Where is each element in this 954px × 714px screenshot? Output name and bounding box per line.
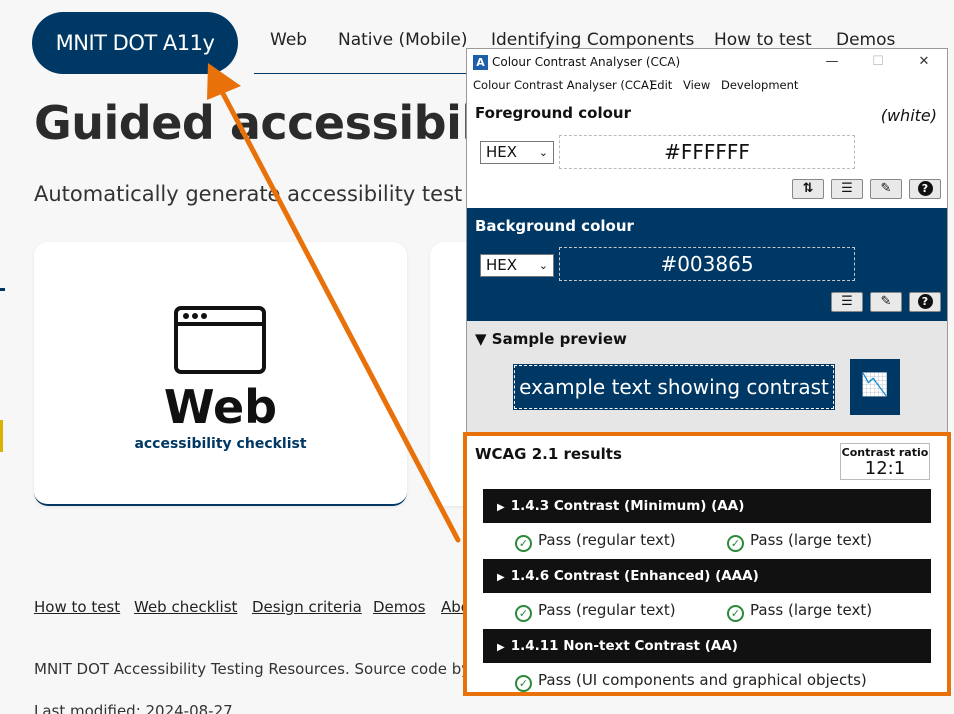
contrast-ratio-value: 12:1 — [864, 458, 906, 479]
foreground-heading: Foreground colour — [475, 104, 631, 122]
nav-web[interactable]: Web — [270, 30, 307, 50]
sample-preview-toggle[interactable]: ▼ Sample preview — [475, 330, 627, 348]
card-subtitle: accessibility checklist — [134, 436, 307, 452]
menu-view[interactable]: View — [683, 78, 710, 92]
triangle-right-icon: ▶ — [497, 642, 505, 653]
web-checklist-card[interactable]: Web accessibility checklist — [34, 242, 407, 506]
help-icon[interactable]: ? — [909, 292, 941, 312]
criterion-1-4-6[interactable]: ▶ 1.4.6 Contrast (Enhanced) (AAA) — [483, 559, 931, 593]
page-subtitle: Automatically generate accessibility tes… — [34, 182, 463, 206]
pass-non-text: ✓ Pass (UI components and graphical objec… — [515, 671, 867, 692]
sliders-icon[interactable]: ☰ — [831, 292, 863, 312]
menu-app[interactable]: Colour Contrast Analyser (CCA) — [473, 78, 653, 92]
check-circle-icon: ✓ — [727, 535, 744, 552]
criterion-1-4-11[interactable]: ▶ 1.4.11 Non-text Contrast (AA) — [483, 629, 931, 663]
footer-link-demos[interactable]: Demos — [373, 598, 425, 616]
cca-window: A Colour Contrast Analyser (CCA) — ☐ ✕ C… — [466, 48, 948, 696]
help-icon[interactable]: ? — [909, 179, 941, 199]
chart-icon: 📉 — [850, 359, 900, 415]
sample-text: example text showing contrast — [513, 364, 835, 410]
chevron-down-icon: ⌄ — [538, 259, 548, 272]
close-button[interactable]: ✕ — [901, 49, 947, 75]
menu-edit[interactable]: Edit — [650, 78, 672, 92]
background-format-select[interactable]: HEX ⌄ — [480, 254, 554, 277]
check-circle-icon: ✓ — [515, 605, 532, 622]
pass-regular-text: ✓ Pass (regular text) — [515, 601, 676, 622]
wcag-results-panel: WCAG 2.1 results Contrast ratio 12:1 ▶ 1.… — [467, 433, 947, 695]
footer-link-how-to-test[interactable]: How to test — [34, 598, 120, 616]
check-circle-icon: ✓ — [515, 535, 532, 552]
footer-text: MNIT DOT Accessibility Testing Resources… — [34, 660, 500, 678]
title-bar[interactable]: A Colour Contrast Analyser (CCA) — ☐ ✕ — [467, 49, 947, 75]
triangle-right-icon: ▶ — [497, 572, 505, 583]
eyedropper-icon[interactable]: ✎ — [870, 179, 902, 199]
check-circle-icon: ✓ — [727, 605, 744, 622]
foreground-hex-input[interactable]: #FFFFFF — [559, 135, 855, 169]
edge-marker — [0, 420, 3, 452]
pass-large-text: ✓ Pass (large text) — [727, 531, 872, 552]
check-circle-icon: ✓ — [515, 675, 532, 692]
criterion-1-4-3[interactable]: ▶ 1.4.3 Contrast (Minimum) (AA) — [483, 489, 931, 523]
minimize-button[interactable]: — — [809, 49, 855, 75]
background-hex-input[interactable]: #003865 — [559, 247, 855, 281]
background-panel: Background colour HEX ⌄ #003865 ☰ ✎ ? — [467, 208, 947, 321]
foreground-format-select[interactable]: HEX ⌄ — [480, 141, 554, 164]
footer-link-design-criteria[interactable]: Design criteria — [252, 598, 362, 616]
nav-underline — [254, 73, 494, 74]
sample-preview-panel: ▼ Sample preview example text showing co… — [467, 321, 947, 433]
triangle-right-icon: ▶ — [497, 502, 505, 513]
footer-link-web-checklist[interactable]: Web checklist — [134, 598, 237, 616]
nav-how-to-test[interactable]: How to test — [714, 30, 812, 50]
browser-window-icon — [174, 306, 266, 374]
sliders-icon[interactable]: ☰ — [831, 179, 863, 199]
nav-demos[interactable]: Demos — [836, 30, 895, 50]
window-title: Colour Contrast Analyser (CCA) — [492, 55, 681, 69]
app-icon: A — [473, 55, 488, 70]
background-heading: Background colour — [475, 217, 634, 235]
menu-bar: Colour Contrast Analyser (CCA) Edit View… — [467, 75, 947, 95]
eyedropper-icon[interactable]: ✎ — [870, 292, 902, 312]
pass-large-text: ✓ Pass (large text) — [727, 601, 872, 622]
nav-native-mobile[interactable]: Native (Mobile) — [338, 30, 467, 50]
contrast-ratio-box: Contrast ratio 12:1 — [840, 443, 930, 480]
triangle-down-icon: ▼ — [475, 330, 492, 348]
results-heading: WCAG 2.1 results — [475, 445, 622, 463]
card-title: Web — [163, 380, 278, 434]
maximize-button: ☐ — [872, 54, 884, 69]
chevron-down-icon: ⌄ — [538, 146, 548, 159]
edge-marker — [0, 288, 5, 291]
nav-identifying-components[interactable]: Identifying Components — [491, 30, 694, 50]
last-modified: Last modified: 2024-08-27 — [34, 702, 233, 714]
pass-regular-text: ✓ Pass (regular text) — [515, 531, 676, 552]
foreground-color-name: (white) — [880, 106, 937, 125]
foreground-panel: Foreground colour (white) HEX ⌄ #FFFFFF ⇅… — [467, 95, 947, 208]
menu-development[interactable]: Development — [721, 78, 798, 92]
swap-icon[interactable]: ⇅ — [792, 179, 824, 199]
